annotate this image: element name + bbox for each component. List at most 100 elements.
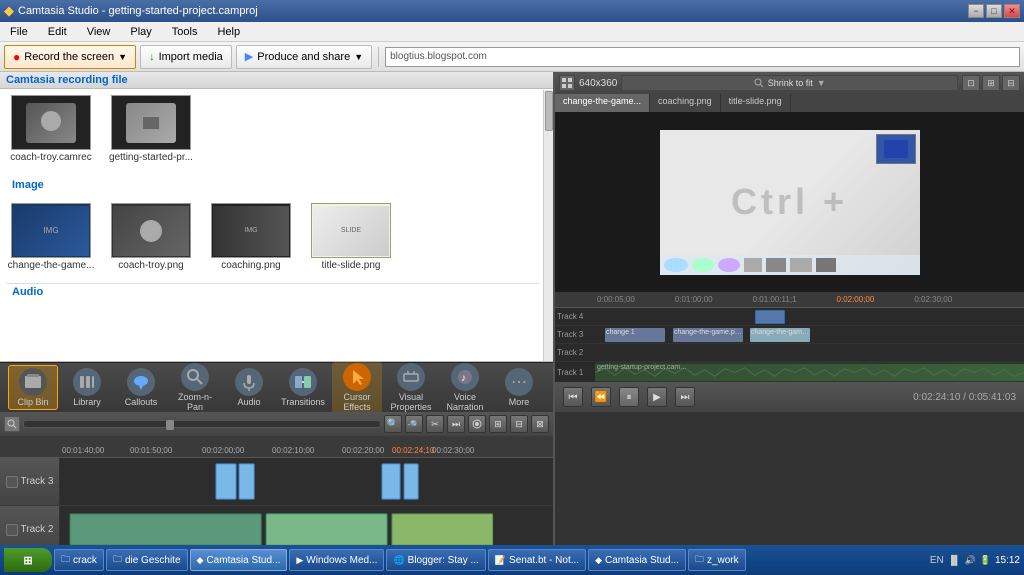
menu-edit[interactable]: Edit — [42, 24, 73, 40]
transitions-button[interactable]: Transitions — [278, 366, 328, 409]
menu-view[interactable]: View — [81, 24, 117, 40]
taskbar-sound-icon: 🔊 — [965, 555, 976, 566]
zoom-level: Shrink to fit — [768, 78, 813, 88]
taskbar-blogger[interactable]: 🌐 Blogger: Stay ... — [386, 549, 485, 571]
left-panel: Camtasia recording file — [0, 72, 555, 575]
library-button[interactable]: Library — [62, 366, 112, 409]
preview-settings-icon[interactable] — [559, 75, 575, 91]
mini-track-3-label: Track 3 — [555, 330, 595, 339]
recording-title: Camtasia recording file — [6, 74, 128, 86]
rewind-button[interactable]: ⏪ — [591, 387, 611, 407]
media-item-title-slide[interactable]: SLIDE title-slide.png — [306, 203, 396, 271]
playback-controls: ⏮ ⏪ ⏸ ▶ ⏭ 0:02:24:10 / 0:05:41:03 — [555, 382, 1024, 412]
taskbar-clock: 15:12 — [995, 555, 1020, 566]
media-label: coach-troy.png — [118, 260, 183, 271]
mini-track-3-content[interactable]: change 1 change-the-game.png change-the-… — [595, 326, 1024, 343]
mini-track-1-content[interactable]: getting-startup-project.cam... — [595, 362, 1024, 382]
pause-button[interactable]: ⏸ — [619, 387, 639, 407]
mini-track-1-label: Track 1 — [555, 368, 595, 377]
produce-share-button[interactable]: ▶ Produce and share ▼ — [236, 45, 372, 69]
media-item-coach-troy-rec[interactable]: coach-troy.camrec — [6, 95, 96, 163]
preview-btn-3[interactable]: ⊟ — [1002, 75, 1020, 91]
minimize-button[interactable]: − — [968, 4, 984, 18]
split-button[interactable]: ✂ — [426, 415, 444, 433]
timeline-extra1[interactable]: ⊟ — [510, 415, 528, 433]
track-2-toggle[interactable] — [6, 524, 18, 536]
content-area: Camtasia recording file — [0, 72, 1024, 575]
scrubber-thumb[interactable] — [166, 420, 174, 430]
media-label: getting-started-pr... — [109, 152, 193, 163]
taskbar-crack[interactable]: 🗀 crack — [54, 549, 104, 571]
timeline-extra2[interactable]: ⊠ — [531, 415, 549, 433]
skip-to-end-button[interactable]: ⏭ — [675, 387, 695, 407]
media-item-change-game[interactable]: IMG change-the-game... — [6, 203, 96, 271]
clip-toolbar: Clip Bin Library Callouts — [0, 362, 553, 412]
zoom-in-button[interactable]: 🔍 — [384, 415, 402, 433]
ruler-mark-2: 00:01:50;00 — [130, 446, 172, 455]
media-item-getting-started[interactable]: getting-started-pr... — [106, 95, 196, 163]
cursor-effects-button[interactable]: Cursor Effects — [332, 361, 382, 414]
taskbar-windows-media[interactable]: ▶ Windows Med... — [289, 549, 384, 571]
scrollbar-thumb[interactable] — [545, 91, 553, 131]
taskbar-senat[interactable]: 📝 Senat.bt - Not... — [488, 549, 586, 571]
clip-bin-button[interactable]: Clip Bin — [8, 365, 58, 410]
settings-button[interactable] — [468, 415, 486, 433]
taskbar-zwork[interactable]: 🗀 z_work — [688, 549, 746, 571]
preview-tab-3[interactable]: title-slide.png — [721, 94, 791, 112]
taskbar-die-geschite[interactable]: 🗀 die Geschite — [106, 549, 188, 571]
timeline-scrubber[interactable] — [23, 420, 381, 428]
zoom-selector[interactable]: Shrink to fit ▼ — [621, 75, 958, 91]
track-3-content[interactable] — [60, 458, 553, 505]
import-media-button[interactable]: ↓ Import media — [140, 45, 232, 69]
more-button[interactable]: ⋯ More — [494, 366, 544, 409]
taskbar-camtasia-2[interactable]: ◆ Camtasia Stud... — [588, 549, 686, 571]
zoom-out-button[interactable]: -🔍 — [405, 415, 423, 433]
mini-track-4-content[interactable] — [595, 308, 1024, 325]
current-time: 0:02:24:10 — [913, 392, 960, 403]
record-screen-button[interactable]: ● Record the screen ▼ — [4, 45, 136, 69]
close-button[interactable]: ✕ — [1004, 4, 1020, 18]
clip-bin-label: Clip Bin — [17, 397, 48, 407]
track-3-toggle[interactable] — [6, 476, 18, 488]
visual-props-button[interactable]: Visual Properties — [386, 361, 436, 414]
callouts-label: Callouts — [125, 397, 158, 407]
menu-tools[interactable]: Tools — [166, 24, 204, 40]
start-button[interactable]: ⊞ — [4, 548, 52, 572]
media-label: title-slide.png — [322, 260, 381, 271]
media-grid: coach-troy.camrec getting-started-pr... … — [0, 89, 553, 306]
scrollbar[interactable] — [543, 90, 553, 361]
visual-props-label: Visual Properties — [388, 392, 434, 412]
audio-button[interactable]: Audio — [224, 366, 274, 409]
skip-to-start-button[interactable]: ⏮ — [563, 387, 583, 407]
image-section-header: Image — [6, 177, 539, 193]
mini-clip-change2: change-the-game.png — [673, 328, 743, 342]
mini-clip-change3: change-the-game... — [750, 328, 810, 342]
mini-time-3: 0:01:00:11;1 — [753, 295, 797, 304]
timeline-snap-button[interactable]: ⊞ — [489, 415, 507, 433]
ruler-mark-6: 00:02:30;00 — [432, 446, 474, 455]
preview-tab-1[interactable]: change-the-game... — [555, 94, 650, 112]
media-item-coaching-png[interactable]: IMG coaching.png — [206, 203, 296, 271]
preview-btn-2[interactable]: ⊞ — [982, 75, 1000, 91]
window-title: Camtasia Studio - getting-started-projec… — [18, 5, 258, 17]
media-label: change-the-game... — [8, 260, 95, 271]
voice-narration-button[interactable]: ♪ Voice Narration — [440, 361, 490, 414]
preview-tab-2[interactable]: coaching.png — [650, 94, 721, 112]
mini-time-2: 0:01:00;00 — [675, 295, 713, 304]
extend-button[interactable]: ⏭ — [447, 415, 465, 433]
transitions-label: Transitions — [281, 397, 325, 407]
menu-file[interactable]: File — [4, 24, 34, 40]
mini-track-2-content[interactable] — [595, 344, 1024, 361]
preview-btn-1[interactable]: ⊡ — [962, 75, 980, 91]
taskbar-system-tray: EN ▐▌ 🔊 🔋 15:12 — [930, 555, 1020, 566]
play-button[interactable]: ▶ — [647, 387, 667, 407]
zoom-n-pan-button[interactable]: Zoom-n-Pan — [170, 361, 220, 414]
preview-canvas: Ctrl + — [555, 112, 1024, 292]
taskbar-camtasia-1[interactable]: ◆ Camtasia Stud... — [190, 549, 288, 571]
menu-help[interactable]: Help — [211, 24, 246, 40]
produce-label: Produce and share — [257, 51, 350, 63]
maximize-button[interactable]: □ — [986, 4, 1002, 18]
menu-play[interactable]: Play — [124, 24, 157, 40]
media-item-coach-troy-png[interactable]: coach-troy.png — [106, 203, 196, 271]
callouts-button[interactable]: Callouts — [116, 366, 166, 409]
